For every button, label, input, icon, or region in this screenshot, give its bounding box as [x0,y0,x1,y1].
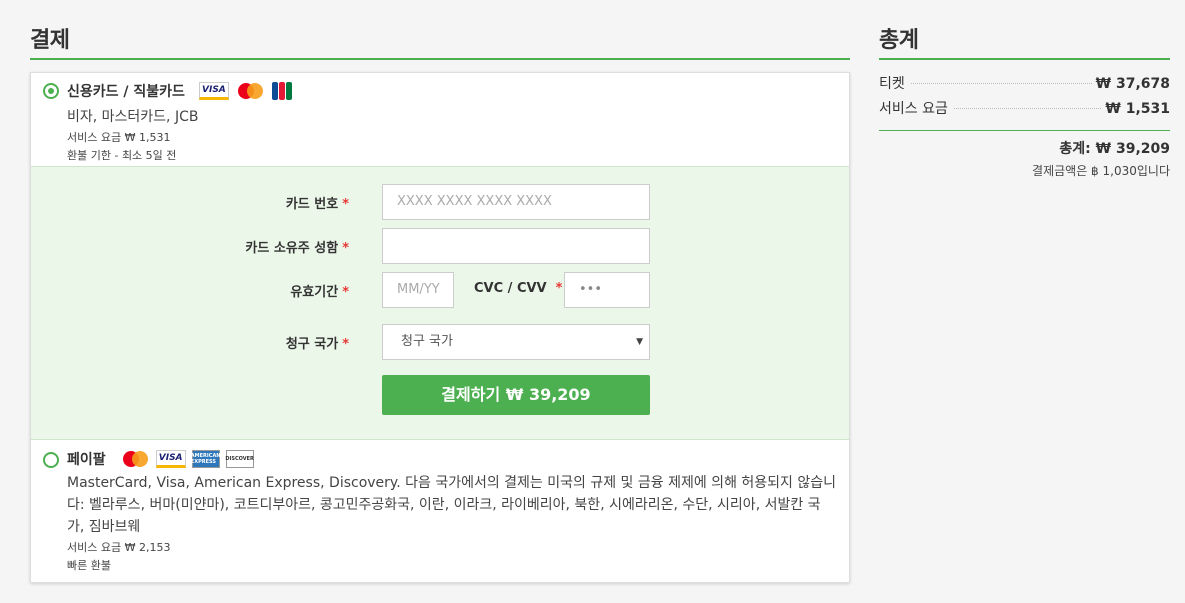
paypal-refund-policy: 빠른 환불 [67,559,111,572]
country-label: 청구 국가 * [285,337,349,352]
card-radio-button[interactable] [43,83,59,99]
amex-logo-icon: AMERICAN EXPRESS [191,450,221,468]
card-option-subtitle: 비자, 마스터카드, JCB [67,109,199,125]
summary-row-ticket: 티켓 ₩ 37,678 [879,73,1170,98]
summary-row-service-fee: 서비스 요금 ₩ 1,531 [879,98,1170,123]
expiry-cvv-row: 유효기간 * MM/YY CVC / CVV * ••• [31,272,849,308]
checkout-title: 결제 [30,22,850,60]
expiry-label: 유효기간 * [290,285,349,300]
dropdown-arrow-icon: ▼ [636,337,643,347]
card-option-title: 신용카드 / 직불카드 [67,84,185,100]
summary-total: 총계: ₩ 39,209 [1059,141,1170,157]
summary-title: 총계 [879,22,1170,60]
card-holder-input[interactable] [382,228,650,264]
pay-button[interactable]: 결제하기 ₩ 39,209 [382,375,650,415]
payment-methods-panel: 신용카드 / 직불카드 VISA 비자, 마스터카드, JCB 서비스 요금 ₩… [30,72,850,583]
card-number-row: 카드 번호 * XXXX XXXX XXXX XXXX [31,184,849,220]
summary-section: 총계 티켓 ₩ 37,678 서비스 요금 ₩ 1,531 총계: ₩ 39,2… [879,22,1170,179]
mastercard-logo-icon [120,450,150,468]
paypal-description: MasterCard, Visa, American Express, Disc… [67,475,837,535]
card-refund-policy: 환불 기한 - 최소 5일 전 [67,149,177,162]
jcb-logo-icon [271,82,293,100]
summary-list: 티켓 ₩ 37,678 서비스 요금 ₩ 1,531 [879,73,1170,131]
country-select[interactable]: 청구 국가 ▼ [382,324,650,360]
card-logos: VISA [198,82,293,100]
paypal-service-fee: 서비스 요금 ₩ 2,153 [67,541,171,554]
paypal-radio-button[interactable] [43,452,59,468]
expiry-input[interactable]: MM/YY [382,272,454,308]
mastercard-logo-icon [235,82,265,100]
card-holder-row: 카드 소유주 성함 * [31,228,849,264]
summary-value: ₩ 1,531 [1105,101,1170,117]
card-payment-option[interactable]: 신용카드 / 직불카드 VISA 비자, 마스터카드, JCB 서비스 요금 ₩… [31,73,849,166]
discover-logo-icon: DISCOVER [225,450,254,468]
summary-value: ₩ 37,678 [1095,76,1170,92]
card-holder-label: 카드 소유주 성함 * [245,241,349,256]
leader-dots [953,108,1102,109]
card-number-label: 카드 번호 * [285,197,349,212]
paypal-payment-option[interactable]: 페이팔 VISA AMERICAN EXPRESS DISCOVER Maste… [31,440,849,582]
summary-currency-note: 결제금액은 ฿ 1,030입니다 [1032,164,1170,178]
visa-logo-icon: VISA [198,82,229,100]
cvv-label: CVC / CVV * [474,281,563,296]
paypal-option-title: 페이팔 [67,452,106,468]
country-select-value: 청구 국가 [401,334,453,349]
visa-logo-icon: VISA [155,450,186,468]
checkout-section: 결제 신용카드 / 직불카드 VISA 비자, 마스터카드, JCB 서비스 요… [30,22,850,583]
paypal-logos: VISA AMERICAN EXPRESS DISCOVER [120,450,254,468]
summary-label: 티켓 [879,73,907,93]
summary-label: 서비스 요금 [879,98,950,118]
card-service-fee: 서비스 요금 ₩ 1,531 [67,131,171,144]
leader-dots [910,83,1092,84]
cvv-input[interactable]: ••• [564,272,650,308]
card-form: 카드 번호 * XXXX XXXX XXXX XXXX 카드 소유주 성함 * 유효… [31,166,849,440]
country-row: 청구 국가 * 청구 국가 ▼ [31,324,849,360]
card-number-input[interactable]: XXXX XXXX XXXX XXXX [382,184,650,220]
